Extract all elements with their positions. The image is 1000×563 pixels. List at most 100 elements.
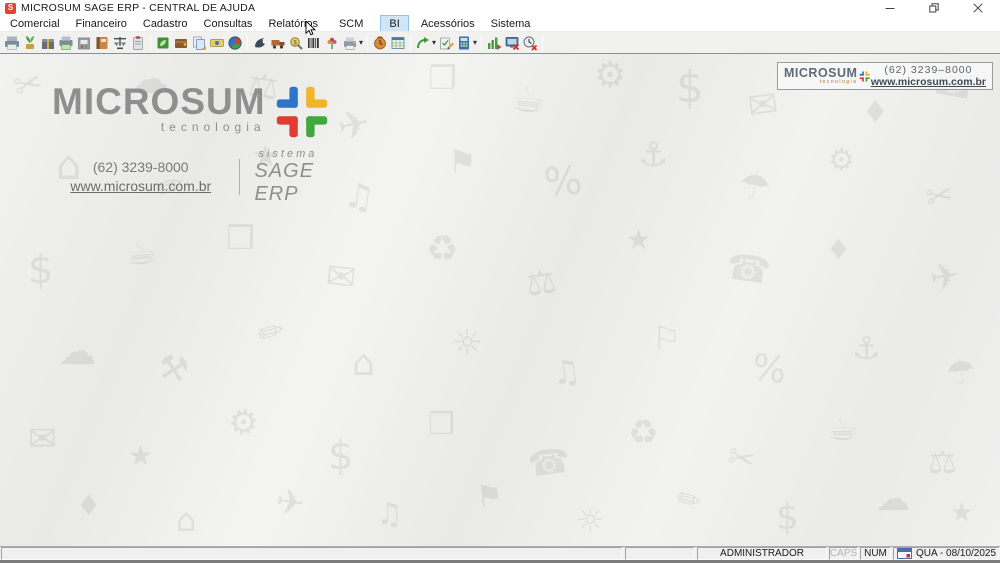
pencil-check-icon[interactable]: [437, 33, 455, 53]
search-money-icon[interactable]: $: [287, 33, 305, 53]
fax-print-icon[interactable]: ▾: [341, 33, 364, 53]
toolbar-separator: [367, 34, 369, 51]
brand-logo-block: MICROSUM tecnologia (62) 3239-8000 www.m…: [52, 83, 362, 206]
scale-icon[interactable]: [111, 33, 129, 53]
watermark-glyph: ⚖: [928, 443, 957, 481]
watermark-glyph: ⚙: [828, 143, 855, 178]
menu-item-relat-rios[interactable]: Relatórios: [260, 16, 326, 31]
microsum-plus-logo: [274, 84, 330, 140]
toolbar-separator: [150, 34, 151, 51]
menu-item-acess-rios[interactable]: Acessórios: [413, 16, 483, 31]
menu-bar: Comercial Financeiro Cadastro Consultas Rela…: [0, 15, 1000, 32]
menu-item-scm[interactable]: SCM: [331, 16, 371, 31]
menu-item-consultas[interactable]: Consultas: [196, 16, 261, 31]
minimize-icon: [885, 8, 895, 9]
watermark-glyph: ★: [128, 439, 154, 472]
status-caps-indicator: CAPS: [829, 547, 858, 560]
barcode-icon[interactable]: [305, 33, 323, 53]
restore-icon: [929, 3, 939, 13]
contact-info-box: MICROSUM tecnologia (62) 3239–8000 www.m…: [777, 62, 993, 90]
microsum-plus-logo-small: [859, 68, 871, 85]
watermark-glyph: ⚒: [154, 346, 193, 392]
infobox-brand: MICROSUM: [784, 65, 858, 80]
clipboard-icon[interactable]: [129, 33, 147, 53]
print-money-icon[interactable]: [57, 33, 75, 53]
globe-chart-icon[interactable]: [226, 33, 244, 53]
money-plant-icon[interactable]: [21, 33, 39, 53]
main-workspace: ✂ ☁ ⚖ ✈ ❒ ☕ ⚙ $ ✉ ♦ ☎ ⌂ ✏ ★ ♫ ⚑% ⚓ ☂ ⚙ ✂ $ ☕ ❒ ✉ ♻ ⚖ ★ ☎ ♦ ✈ ☁ ⚒ ✏ ⌂ ☼ ♫ ⚐% ⚓…: [0, 54, 1000, 546]
watermark-glyph: ⚓: [852, 329, 881, 367]
watermark-glyph: ❒: [428, 407, 455, 442]
clock-close-icon[interactable]: [521, 33, 539, 53]
watermark-glyph: ✂: [724, 436, 759, 480]
menu-item-cadastro[interactable]: Cadastro: [135, 16, 196, 31]
chart-exit-icon[interactable]: [485, 33, 503, 53]
watermark-glyph: ♦: [862, 95, 889, 130]
brand-website-link[interactable]: www.microsum.com.br: [52, 177, 229, 196]
minimize-button[interactable]: [868, 0, 912, 16]
product-box-icon[interactable]: [75, 33, 93, 53]
print-report-icon[interactable]: [3, 33, 21, 53]
stock-package-icon[interactable]: [39, 33, 57, 53]
restore-button[interactable]: [912, 0, 956, 16]
watermark-glyph: ❒: [428, 59, 457, 97]
flower-icon[interactable]: [323, 33, 341, 53]
system-label: sistema: [258, 148, 318, 160]
watermark-glyph: ♦: [76, 489, 102, 522]
dropdown-caret-icon[interactable]: ▾: [432, 38, 436, 47]
menu-item-sistema[interactable]: Sistema: [483, 16, 539, 31]
watermark-glyph: ★: [950, 498, 974, 528]
watermark-glyph: ☼: [576, 501, 605, 539]
toolbar-separator: [247, 34, 248, 51]
app-icon: S: [5, 2, 16, 14]
clock-bag-icon[interactable]: [371, 33, 389, 53]
watermark-glyph: ☎: [525, 440, 573, 486]
watermark-glyph: ❒: [226, 219, 255, 257]
watermark-glyph: ⚑: [448, 143, 477, 181]
watermark-glyph: ⚐: [652, 319, 681, 357]
catalog-book-icon[interactable]: [93, 33, 111, 53]
ledger-book-icon[interactable]: [154, 33, 172, 53]
watermark-glyph: ✉: [745, 83, 781, 128]
infobox-website-link[interactable]: www.microsum.com.br: [871, 76, 986, 88]
menu-item-financeiro[interactable]: Financeiro: [68, 16, 135, 31]
monitor-close-icon[interactable]: [503, 33, 521, 53]
wallet-icon[interactable]: [172, 33, 190, 53]
watermark-glyph: ✉: [28, 419, 57, 459]
banknote-icon[interactable]: [208, 33, 226, 53]
watermark-glyph: $: [676, 62, 704, 113]
watermark-glyph: ☂: [734, 164, 774, 211]
watermark-glyph: %: [541, 157, 585, 207]
spreadsheet-icon[interactable]: [389, 33, 407, 53]
watermark-glyph: ⚙: [224, 400, 262, 446]
title-bar: S MICROSUM SAGE ERP - CENTRAL DE AJUDA: [0, 0, 1000, 16]
watermark-glyph: ☕: [828, 409, 859, 449]
dropdown-caret-icon[interactable]: ▾: [473, 38, 477, 47]
dropdown-caret-icon[interactable]: ▾: [359, 38, 363, 47]
watermark-glyph: ✏: [672, 480, 706, 521]
forward-arrow-icon[interactable]: ▾: [414, 33, 437, 53]
watermark-glyph: ♻: [426, 229, 459, 270]
menu-item-comercial[interactable]: Comercial: [2, 16, 68, 31]
status-panel-empty-2: [625, 547, 695, 560]
delivery-truck-icon[interactable]: [269, 33, 287, 53]
window-controls: [868, 0, 1000, 16]
app-window: S MICROSUM SAGE ERP - CENTRAL DE AJUDA C…: [0, 0, 1000, 563]
watermark-glyph: ⌂: [176, 501, 197, 539]
watermark-glyph: ⚓: [638, 135, 669, 175]
watermark-glyph: ♫: [549, 351, 584, 393]
watermark-glyph: ♫: [376, 497, 403, 532]
close-icon: [973, 3, 983, 13]
toolbar-separator: [542, 34, 544, 51]
status-user: ADMINISTRADOR: [697, 547, 827, 560]
watermark-glyph: %: [749, 346, 789, 393]
watermark-glyph: ⚑: [474, 477, 505, 516]
watermark-glyph: ⚙: [594, 55, 627, 96]
toolbar: $ ▾ ▾ ▾: [0, 31, 1000, 54]
status-date: QUA - 08/10/2025: [893, 547, 999, 560]
bird-invoice-icon[interactable]: [251, 33, 269, 53]
menu-item-bi[interactable]: BI: [380, 15, 409, 32]
close-button[interactable]: [956, 0, 1000, 16]
documents-icon[interactable]: [190, 33, 208, 53]
calculator-icon[interactable]: ▾: [455, 33, 478, 53]
